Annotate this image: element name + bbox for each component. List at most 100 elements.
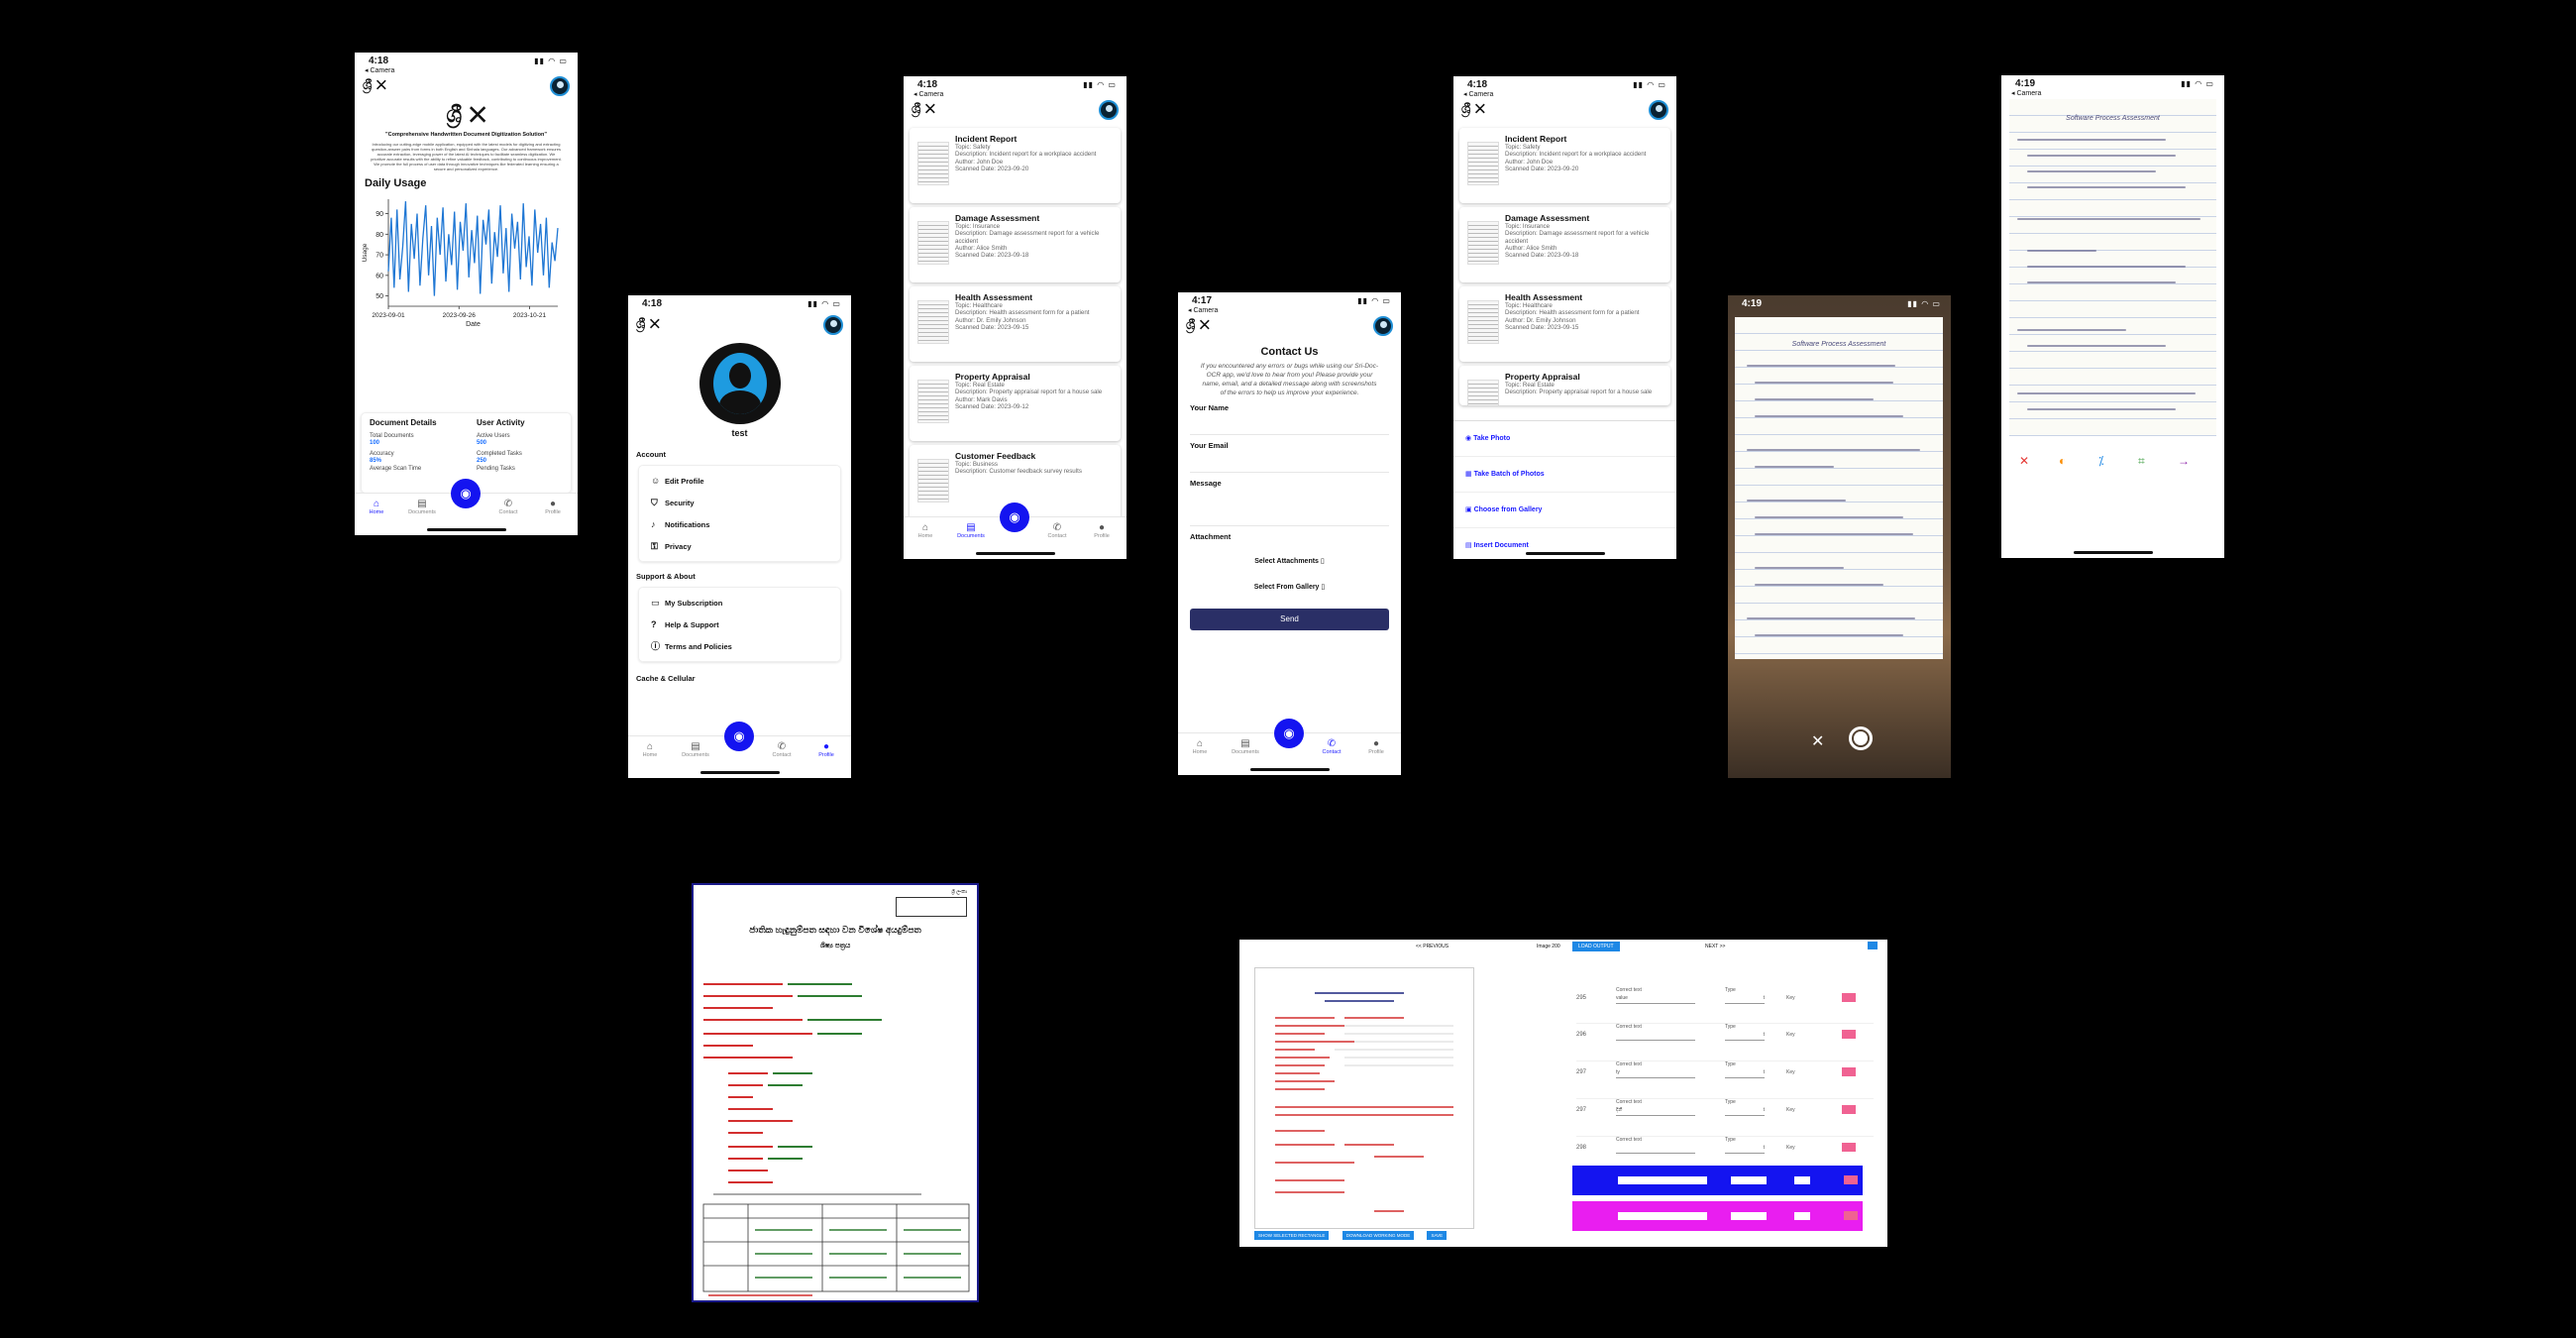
document-card[interactable]: Health Assessment Topic: Healthcare Descri… — [910, 286, 1121, 362]
tab-documents[interactable]: ▤ Documents — [402, 500, 442, 516]
notifications-item[interactable]: ♪ Notifications — [639, 513, 840, 535]
type-select[interactable]: t — [1725, 1069, 1765, 1078]
document-list: Incident Report Topic: Safety Description:… — [1453, 128, 1676, 405]
selected-key[interactable] — [1794, 1212, 1810, 1220]
shutter-button[interactable] — [1849, 726, 1873, 750]
key-select[interactable]: Key — [1786, 1069, 1795, 1075]
delete-button[interactable] — [1842, 1067, 1856, 1076]
delete-button[interactable] — [1842, 1030, 1856, 1039]
selected-type[interactable] — [1731, 1176, 1767, 1184]
select-attachments-button[interactable]: Select Attachments ▯ — [1178, 557, 1401, 565]
send-button[interactable]: Send — [1190, 609, 1389, 630]
edit-profile-item[interactable]: ☺ Edit Profile — [639, 470, 840, 492]
type-select[interactable]: t — [1725, 1107, 1765, 1116]
show-selected-button[interactable]: SHOW SELECTED RECTANGLE — [1254, 1231, 1330, 1240]
download-working-button[interactable]: DOWNLOAD WORKING MODE — [1342, 1231, 1415, 1240]
selected-type[interactable] — [1731, 1212, 1767, 1220]
delete-button[interactable] — [1842, 1105, 1856, 1114]
tab-home[interactable]: ⌂ Home — [1180, 739, 1220, 756]
type-select[interactable]: t — [1725, 1145, 1765, 1154]
key-select[interactable]: Key — [1786, 1107, 1795, 1113]
selected-row-magenta[interactable] — [1572, 1201, 1863, 1231]
tab-profile[interactable]: ● Profile — [1082, 523, 1122, 540]
settings-icon[interactable] — [1868, 942, 1878, 949]
camera-fab-button[interactable]: ◉ — [451, 479, 481, 508]
delete-button[interactable] — [1844, 1175, 1858, 1184]
previous-button[interactable]: << PREVIOUS — [1416, 944, 1449, 949]
correct-text-input[interactable]: value — [1616, 995, 1695, 1004]
terms-item[interactable]: ⓘ Terms and Policies — [639, 635, 840, 657]
subscription-item[interactable]: ▭ My Subscription — [639, 592, 840, 613]
crop-icon[interactable]: ⌗ — [2138, 454, 2145, 469]
next-arrow-icon[interactable]: → — [2178, 454, 2190, 468]
document-card[interactable]: Property Appraisal Topic: Real Estate Desc… — [1459, 366, 1670, 405]
document-card[interactable]: Damage Assessment Topic: Insurance Descrip… — [1459, 207, 1670, 282]
delete-button[interactable] — [1844, 1211, 1858, 1220]
camera-fab-button[interactable]: ◉ — [1000, 502, 1029, 532]
document-card[interactable]: Incident Report Topic: Safety Description:… — [910, 128, 1121, 203]
avatar-icon[interactable] — [1373, 316, 1393, 336]
document-card[interactable]: Health Assessment Topic: Healthcare Descri… — [1459, 286, 1670, 362]
document-card[interactable]: Incident Report Topic: Safety Description:… — [1459, 128, 1670, 203]
type-select[interactable]: t — [1725, 995, 1765, 1004]
camera-fab-button[interactable]: ◉ — [724, 722, 754, 751]
load-output-button[interactable]: LOAD OUTPUT — [1572, 942, 1620, 951]
delete-button[interactable] — [1842, 993, 1856, 1002]
avatar-icon[interactable] — [1099, 100, 1119, 120]
y-axis-label: Usage — [362, 243, 369, 262]
type-select[interactable]: t — [1725, 1032, 1765, 1041]
key-select[interactable]: Key — [1786, 1145, 1795, 1151]
name-input[interactable] — [1190, 414, 1389, 435]
doc-title: Health Assessment — [955, 292, 1033, 302]
choose-gallery-option[interactable]: ▣ Choose from Gallery — [1453, 493, 1676, 528]
camera-fab-button[interactable]: ◉ — [1274, 719, 1304, 748]
select-gallery-button[interactable]: Select From Gallery ▯ — [1178, 583, 1401, 591]
tab-contact[interactable]: ✆ Contact — [488, 500, 528, 516]
doc-topic: Topic: Insurance — [955, 223, 1001, 230]
tab-profile[interactable]: ● Profile — [806, 742, 846, 759]
avatar-icon[interactable] — [1649, 100, 1668, 120]
tab-documents[interactable]: ▤ Documents — [676, 742, 715, 759]
home-indicator — [2073, 551, 2153, 554]
tab-profile[interactable]: ● Profile — [1356, 739, 1396, 756]
discard-icon[interactable]: ✕ — [2019, 454, 2029, 468]
correct-text-input[interactable]: දිනී — [1616, 1107, 1695, 1116]
email-input[interactable] — [1190, 452, 1389, 473]
filter-icon[interactable]: ◐ — [2059, 454, 2066, 468]
document-card[interactable]: Damage Assessment Topic: Insurance Descrip… — [910, 207, 1121, 282]
document-card[interactable]: Property Appraisal Topic: Real Estate Desc… — [910, 366, 1121, 441]
message-input[interactable] — [1190, 490, 1389, 526]
tab-documents[interactable]: ▤ Documents — [951, 523, 991, 540]
help-support-item[interactable]: ? Help & Support — [639, 613, 840, 635]
correct-text-input[interactable] — [1616, 1032, 1695, 1041]
avatar-icon[interactable] — [550, 76, 570, 96]
adjust-icon[interactable]: ⁒ — [2098, 454, 2103, 468]
key-select[interactable]: Key — [1786, 1032, 1795, 1038]
privacy-item[interactable]: ⚿ Privacy — [639, 535, 840, 557]
tab-documents[interactable]: ▤ Documents — [1226, 739, 1265, 756]
delete-button[interactable] — [1842, 1143, 1856, 1152]
take-photo-option[interactable]: ◉ Take Photo — [1453, 421, 1676, 457]
correct-text-input[interactable]: ty — [1616, 1069, 1695, 1078]
tab-contact[interactable]: ✆ Contact — [1312, 739, 1351, 756]
selected-input[interactable] — [1618, 1176, 1707, 1184]
tab-profile[interactable]: ● Profile — [533, 500, 573, 516]
correct-text-input[interactable] — [1616, 1145, 1695, 1154]
profile-avatar[interactable] — [698, 343, 781, 424]
take-batch-option[interactable]: ▦ Take Batch of Photos — [1453, 457, 1676, 493]
next-button[interactable]: NEXT >> — [1705, 944, 1725, 949]
tab-contact[interactable]: ✆ Contact — [1037, 523, 1077, 540]
key-select[interactable]: Key — [1786, 995, 1795, 1001]
clock: 4:19 — [2015, 78, 2036, 89]
tab-home[interactable]: ⌂ Home — [357, 500, 396, 516]
security-item[interactable]: ⛉ Security — [639, 492, 840, 513]
close-icon[interactable]: ✕ — [1811, 731, 1824, 751]
selected-input[interactable] — [1618, 1212, 1707, 1220]
tab-home[interactable]: ⌂ Home — [630, 742, 670, 759]
tab-contact[interactable]: ✆ Contact — [762, 742, 802, 759]
avatar-icon[interactable] — [823, 315, 843, 335]
selected-key[interactable] — [1794, 1176, 1810, 1184]
tab-home[interactable]: ⌂ Home — [906, 523, 945, 540]
save-button[interactable]: SAVE — [1427, 1231, 1448, 1240]
selected-row-blue[interactable] — [1572, 1166, 1863, 1195]
